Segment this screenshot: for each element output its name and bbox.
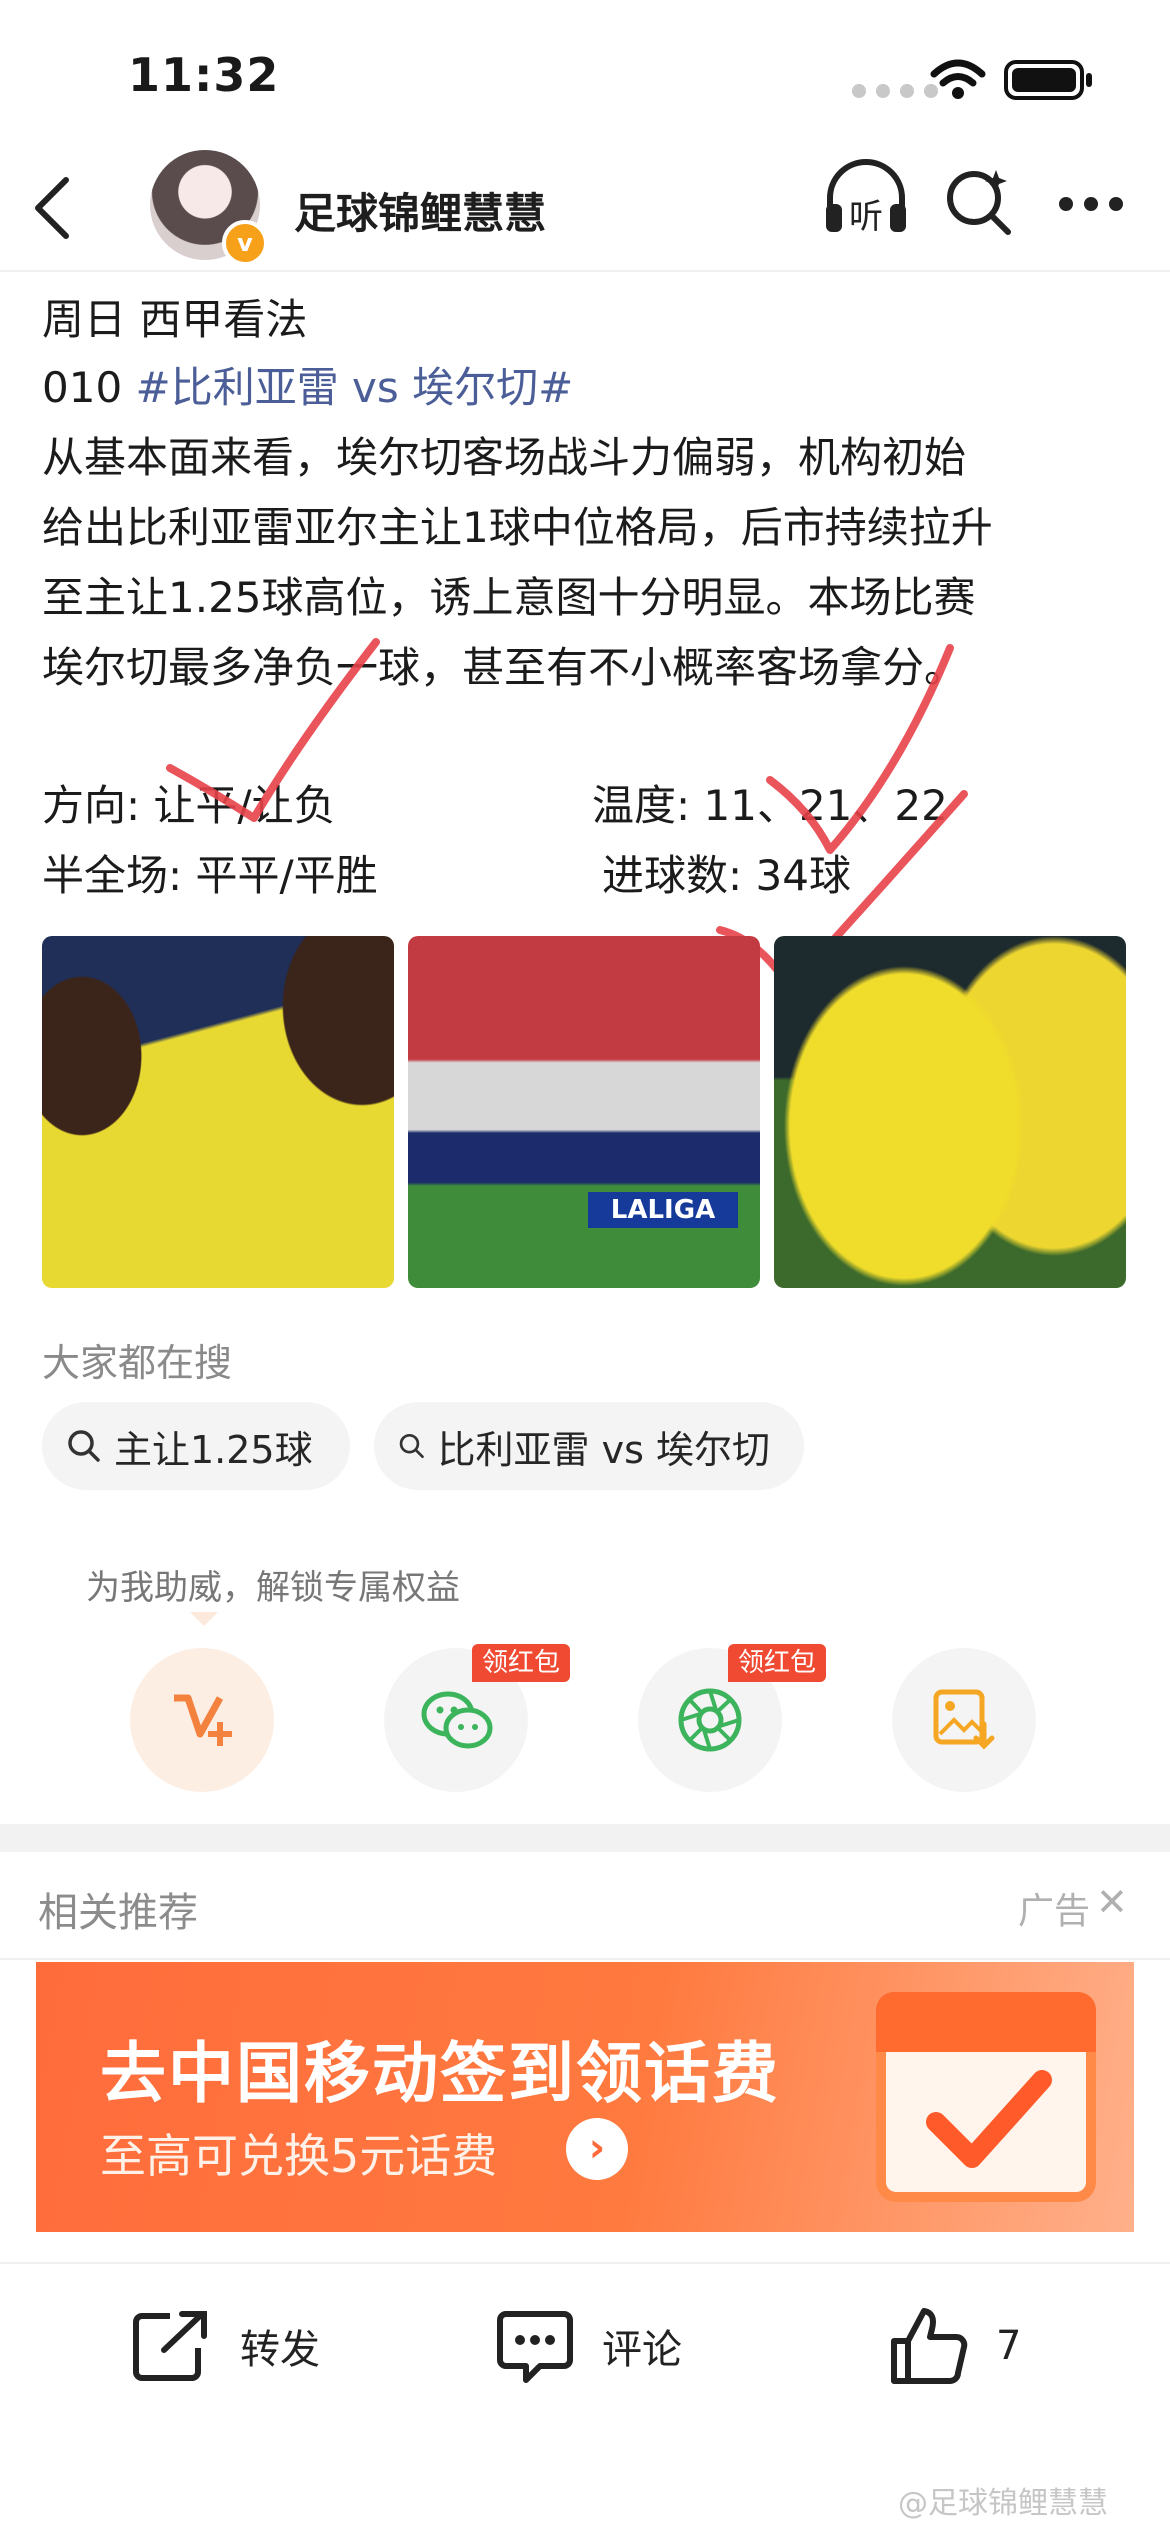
wifi-icon — [930, 59, 986, 99]
listen-label: 听 — [849, 197, 883, 237]
laliga-board: LALIGA — [588, 1192, 738, 1228]
half-full-text: 半全场: 平平/平胜 — [42, 851, 378, 900]
search-chip-label: 比利亚雷 vs 埃尔切 — [437, 1427, 770, 1472]
like-button[interactable]: 7 — [888, 2306, 1021, 2386]
photo-villarreal-goal[interactable] — [774, 936, 1126, 1288]
post-body-line: 给出比利亚雷亚尔主让1球中位格局，后市持续拉升 — [42, 503, 993, 552]
share-button[interactable]: 转发 — [130, 2306, 320, 2386]
image-download-icon — [933, 1689, 995, 1750]
calendar-header — [876, 1992, 1096, 2052]
nav-divider — [0, 270, 1170, 272]
more-icon[interactable] — [1058, 194, 1124, 214]
vplus-icon — [174, 1694, 232, 1746]
search-icon[interactable] — [944, 166, 1014, 236]
comment-label: 评论 — [602, 2327, 682, 2373]
search-chip[interactable]: 主让1.25球 — [42, 1402, 350, 1490]
search-chip[interactable]: 比利亚雷 vs 埃尔切 — [374, 1402, 804, 1490]
banner-title: 去中国移动签到领话费 — [100, 2035, 780, 2112]
share-icon — [133, 2311, 207, 2381]
topic-link[interactable]: #比利亚雷 vs 埃尔切# — [136, 363, 574, 412]
support-tip: 为我助威，解锁专属权益 — [86, 1568, 460, 1608]
photo-villarreal-celebration[interactable] — [42, 936, 394, 1288]
banner-subtitle: 至高可兑换5元话费 — [100, 2129, 498, 2183]
wechat-icon — [421, 1691, 493, 1749]
actions-divider — [0, 2262, 1170, 2264]
tip-arrow — [190, 1612, 218, 1626]
search-icon — [399, 1433, 424, 1459]
account-name[interactable]: 足球锦鲤慧慧 — [294, 180, 546, 241]
share-label: 转发 — [240, 2327, 320, 2373]
vip-support-button[interactable] — [130, 1648, 274, 1792]
check-icon — [926, 2070, 1052, 2168]
verified-badge-icon: v — [222, 220, 268, 266]
section-separator — [0, 1824, 1170, 1852]
status-time: 11:32 — [128, 48, 280, 102]
red-packet-badge: 领红包 — [728, 1644, 827, 1682]
ad-label: 广告 — [1018, 1891, 1091, 1932]
watermark: @足球锦鲤慧慧 — [898, 2486, 1108, 2521]
related-title: 相关推荐 — [38, 1890, 198, 1936]
moments-icon — [678, 1688, 742, 1752]
signal-icon — [852, 84, 938, 98]
post-line-title: 周日 西甲看法 — [42, 295, 308, 344]
post-line-topic: 010 #比利亚雷 vs 埃尔切# — [42, 354, 573, 422]
related-divider — [0, 1958, 1170, 1960]
like-count: 7 — [996, 2323, 1022, 2369]
red-checkmark-icon — [166, 638, 380, 822]
search-icon — [68, 1430, 100, 1462]
back-icon[interactable] — [30, 176, 74, 240]
search-chip-label: 主让1.25球 — [114, 1427, 313, 1472]
photo-elche-players[interactable]: LALIGA — [408, 936, 760, 1288]
trending-search-title: 大家都在搜 — [42, 1341, 233, 1385]
ad-banner[interactable]: 去中国移动签到领话费 至高可兑换5元话费 › — [36, 1962, 1134, 2232]
thumbs-up-icon — [891, 2308, 968, 2384]
battery-icon — [1004, 60, 1092, 100]
ad-close-icon[interactable]: ✕ — [1096, 1880, 1128, 1924]
comment-button[interactable]: 评论 — [496, 2306, 682, 2386]
post-number: 010 — [42, 363, 136, 412]
post-body-line: 从基本面来看，埃尔切客场战斗力偏弱，机构初始 — [42, 433, 967, 482]
listen-icon[interactable]: 听 — [822, 158, 910, 238]
red-packet-badge: 领红包 — [472, 1644, 571, 1682]
comment-icon — [497, 2311, 573, 2383]
banner-arrow-icon: › — [566, 2118, 628, 2180]
save-image-button[interactable] — [892, 1648, 1036, 1792]
